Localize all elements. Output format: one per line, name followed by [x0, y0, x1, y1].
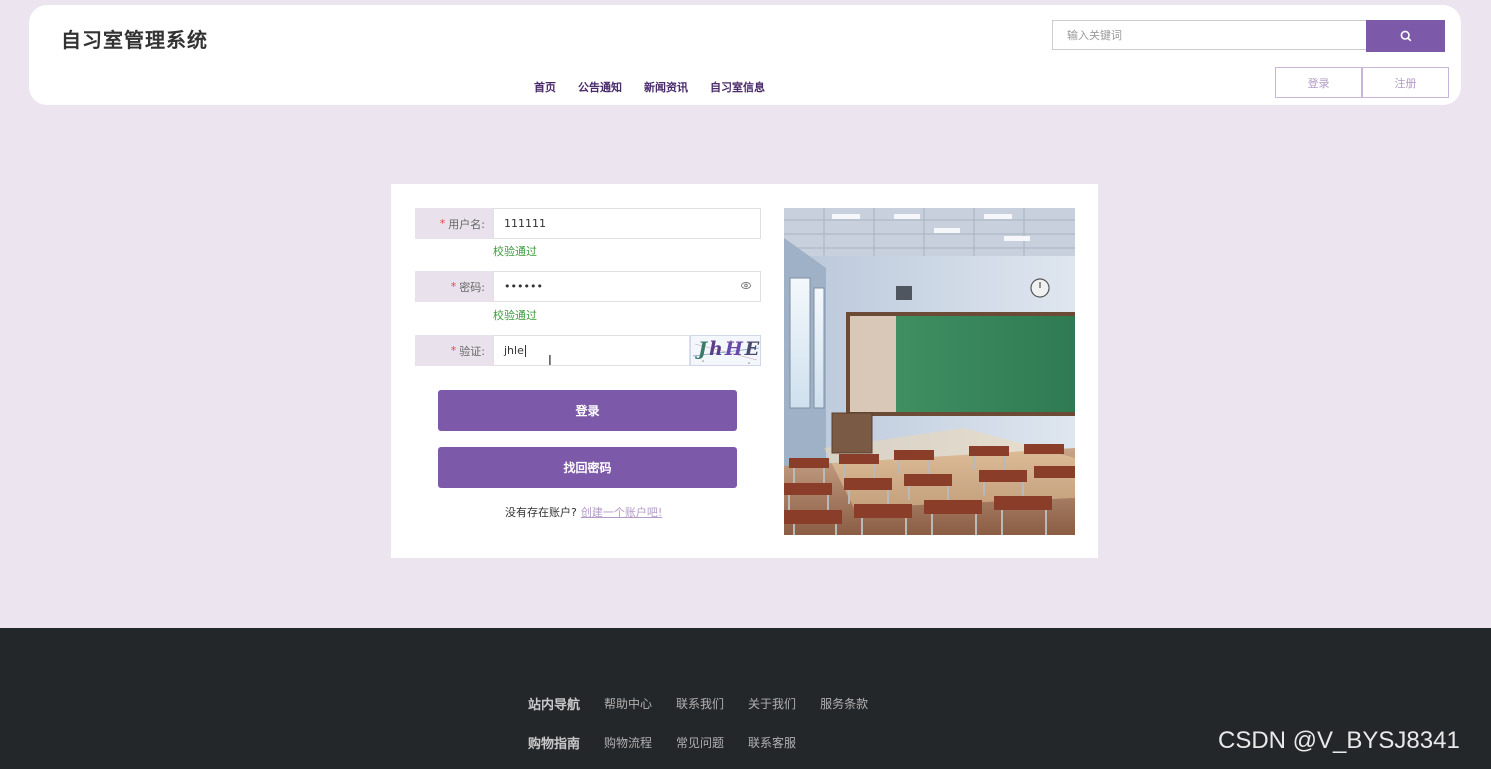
- captcha-label: * 验证:: [415, 335, 493, 366]
- eye-icon[interactable]: [741, 282, 751, 289]
- nav-study-room[interactable]: 自习室信息: [710, 79, 765, 95]
- main-nav: 首页 公告通知 新闻资讯 自习室信息: [534, 79, 787, 95]
- create-account-link[interactable]: 创建一个账户吧!: [581, 506, 662, 519]
- username-label-text: 用户名:: [448, 217, 485, 231]
- captcha-row: * 验证: jhle JhHE: [415, 335, 761, 366]
- login-button[interactable]: 登录: [438, 390, 737, 431]
- login-card: * 用户名: 111111 校验通过 * 密码: •••••• 校验通过 * 验…: [391, 184, 1098, 558]
- header: 自习室管理系统 首页 公告通知 新闻资讯 自习室信息 登录 注册: [29, 5, 1461, 105]
- footer-link-terms[interactable]: 服务条款: [820, 695, 868, 712]
- required-mark: *: [450, 344, 457, 357]
- captcha-image[interactable]: JhHE: [690, 335, 761, 366]
- captcha-value: jhle: [504, 344, 524, 357]
- classroom-image: [784, 208, 1075, 535]
- search-icon: [1400, 30, 1411, 42]
- captcha-label-text: 验证:: [459, 344, 485, 358]
- footer-link-shopping-process[interactable]: 购物流程: [604, 734, 652, 751]
- site-title: 自习室管理系统: [61, 28, 208, 52]
- username-label: * 用户名:: [415, 208, 493, 239]
- register-prompt: 没有存在账户? 创建一个账户吧!: [505, 504, 662, 520]
- header-login-button[interactable]: 登录: [1275, 67, 1362, 98]
- password-value: ••••••: [504, 280, 543, 293]
- password-valid-message: 校验通过: [493, 309, 537, 322]
- password-input[interactable]: ••••••: [493, 271, 761, 302]
- captcha-text: JhHE: [698, 338, 761, 360]
- footer-title-shopping-guide: 购物指南: [528, 737, 581, 752]
- watermark: CSDN @V_BYSJ8341: [1218, 727, 1460, 754]
- nav-news[interactable]: 新闻资讯: [644, 79, 688, 95]
- mouse-cursor-icon: I: [548, 354, 552, 369]
- footer-link-support[interactable]: 联系客服: [748, 734, 796, 751]
- footer-row-shopping-guide: 购物指南 购物流程 常见问题 联系客服: [528, 733, 820, 752]
- required-mark: *: [439, 217, 446, 230]
- header-register-button[interactable]: 注册: [1362, 67, 1449, 98]
- footer-link-contact[interactable]: 联系我们: [676, 695, 724, 712]
- captcha-input[interactable]: jhle: [493, 335, 690, 366]
- text-caret: [524, 344, 526, 357]
- no-account-text: 没有存在账户?: [505, 506, 577, 519]
- footer-link-faq[interactable]: 常见问题: [676, 734, 724, 751]
- username-valid-message: 校验通过: [493, 245, 537, 258]
- nav-notices[interactable]: 公告通知: [578, 79, 622, 95]
- footer-row-site-nav: 站内导航 帮助中心 联系我们 关于我们 服务条款: [528, 694, 892, 713]
- nav-home[interactable]: 首页: [534, 79, 556, 95]
- footer-link-about[interactable]: 关于我们: [748, 695, 796, 712]
- footer-title-site-nav: 站内导航: [528, 698, 581, 713]
- recover-password-button[interactable]: 找回密码: [438, 447, 737, 488]
- username-input[interactable]: 111111: [493, 208, 761, 239]
- footer-link-help[interactable]: 帮助中心: [604, 695, 652, 712]
- search-button[interactable]: [1366, 20, 1445, 52]
- password-label: * 密码:: [415, 271, 493, 302]
- username-row: * 用户名: 111111: [415, 208, 761, 239]
- required-mark: *: [450, 280, 457, 293]
- search-input[interactable]: [1052, 20, 1366, 50]
- password-label-text: 密码:: [459, 280, 485, 294]
- password-row: * 密码: ••••••: [415, 271, 761, 302]
- username-value: 111111: [504, 217, 546, 230]
